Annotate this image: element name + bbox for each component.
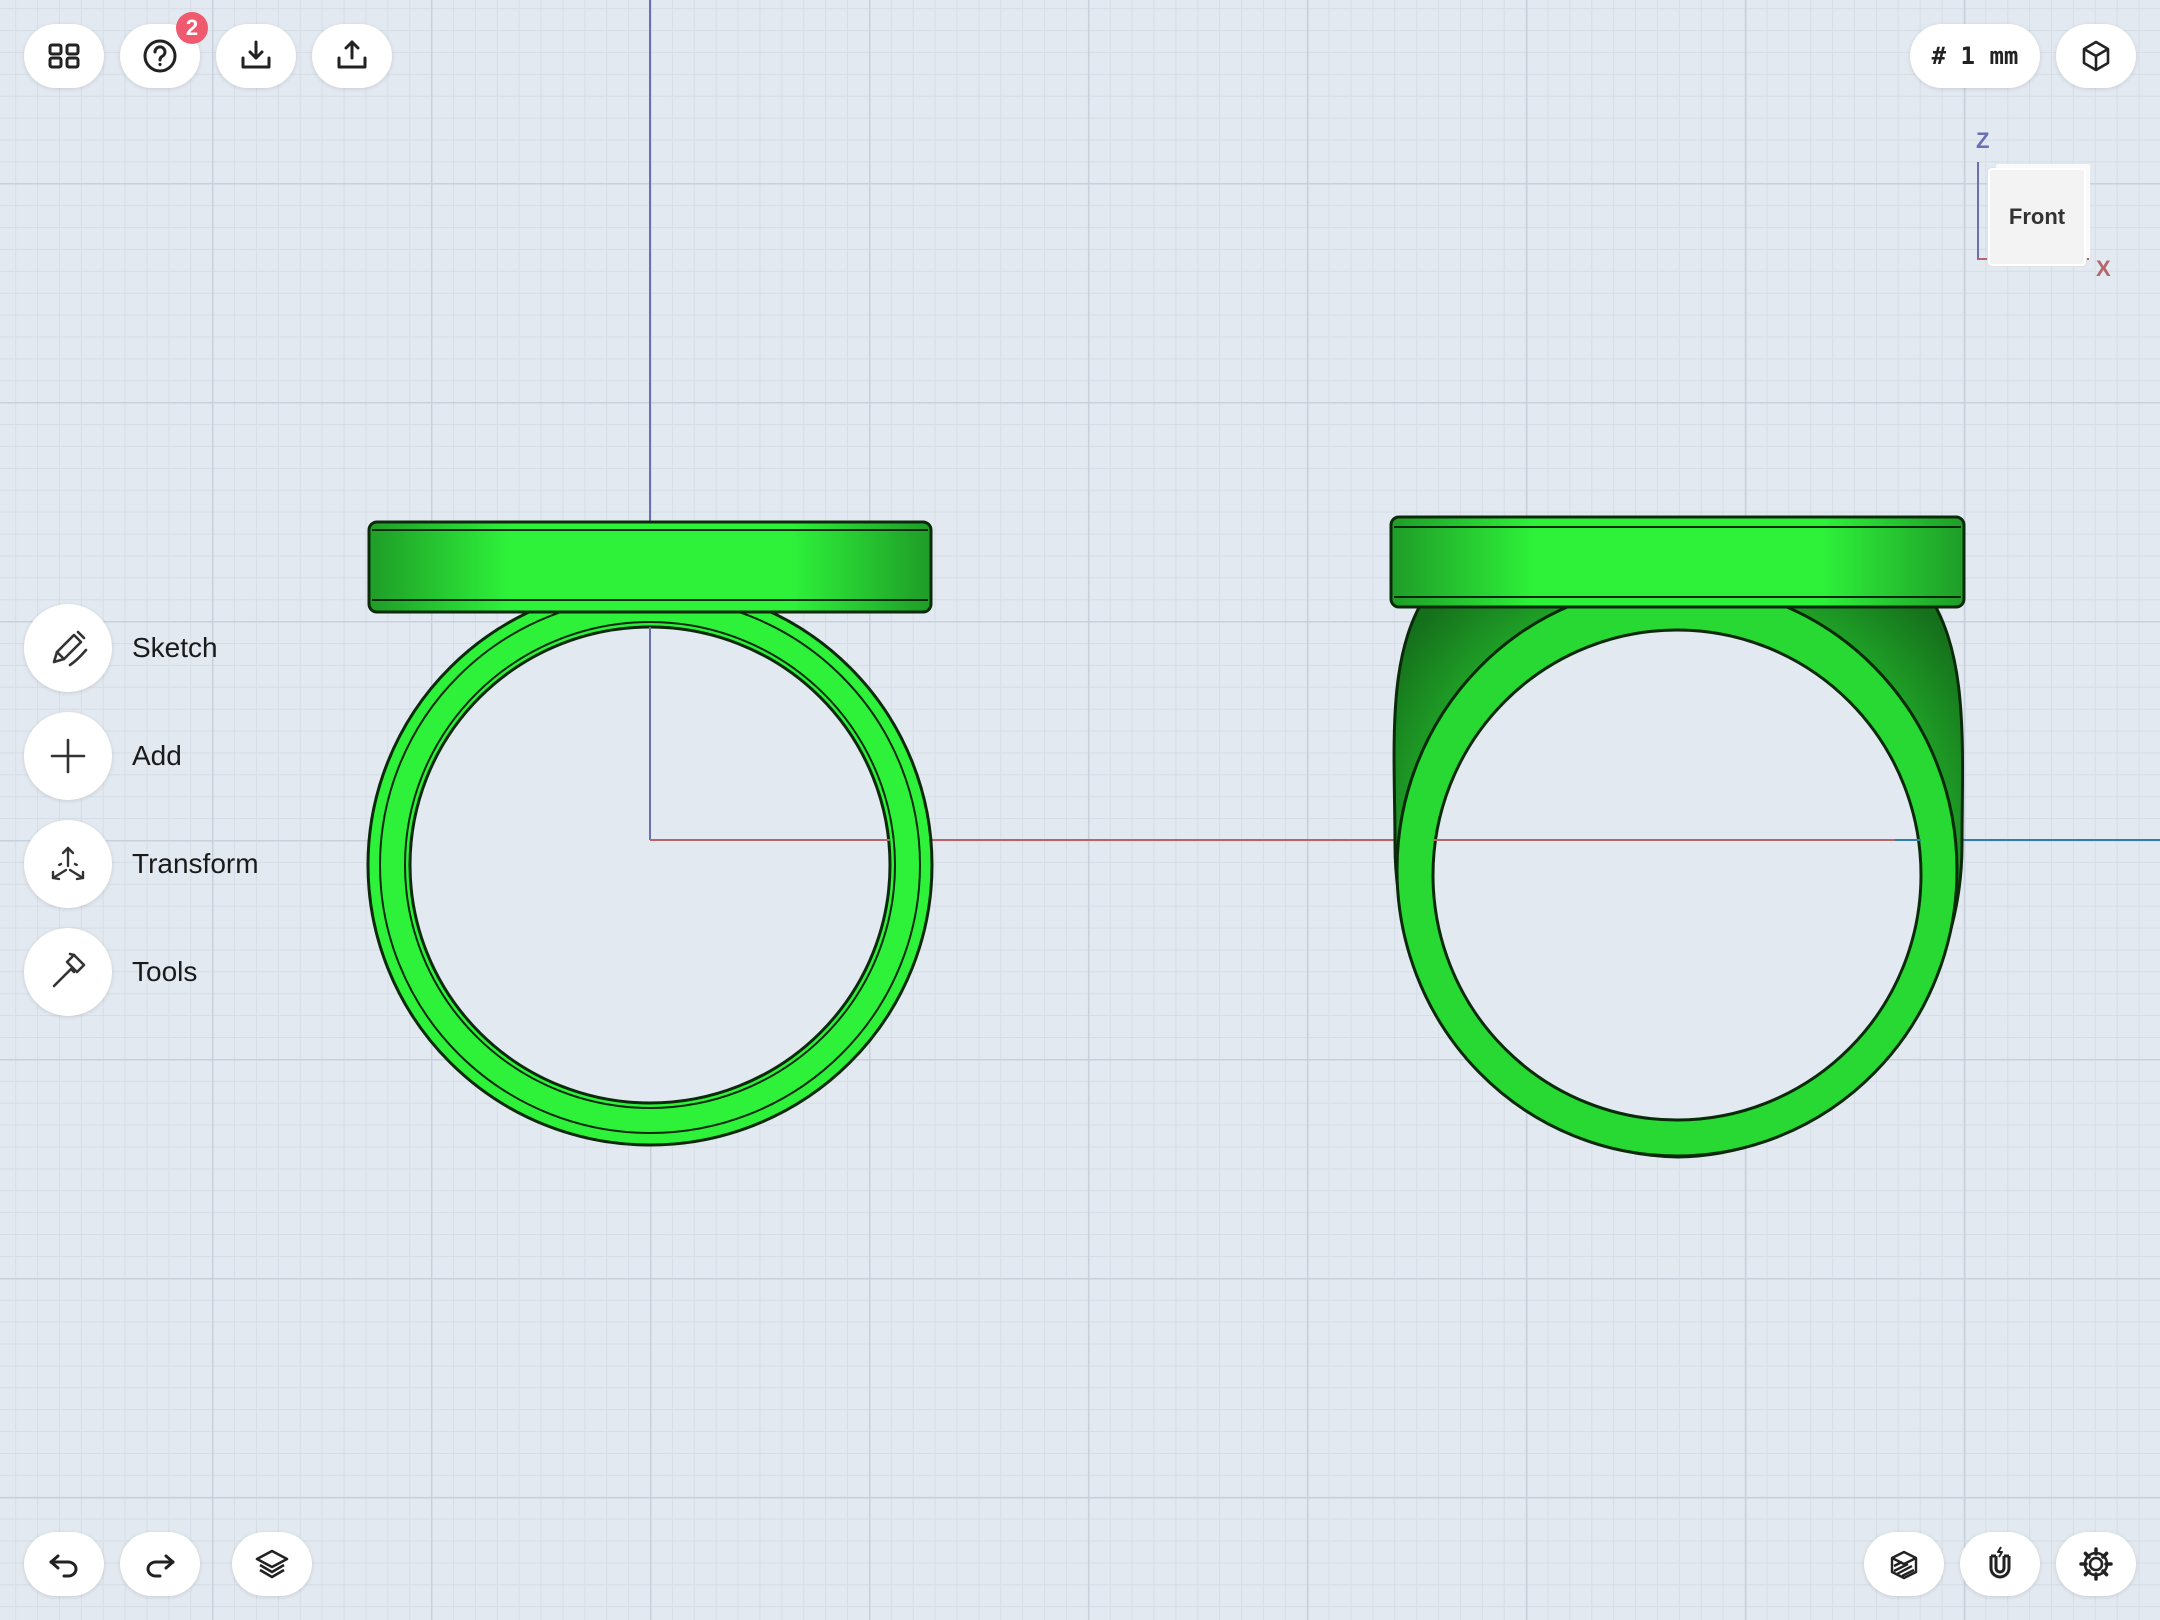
ring-model-left[interactable] — [366, 520, 934, 1147]
grid-units-button[interactable]: # 1 mm — [1910, 24, 2040, 88]
help-notification-badge: 2 — [176, 12, 208, 44]
viewport-canvas[interactable] — [0, 0, 2160, 1620]
snap-button[interactable] — [1960, 1532, 2040, 1596]
layers-button[interactable] — [232, 1532, 312, 1596]
tool-sketch-button[interactable] — [24, 604, 112, 692]
section-view-icon — [1890, 1550, 1918, 1580]
settings-button[interactable] — [2056, 1532, 2136, 1596]
ring-model-right[interactable] — [1389, 515, 1966, 1159]
tool-tools-label: Tools — [132, 956, 198, 987]
tool-add[interactable]: Add — [24, 712, 182, 800]
view-cube[interactable]: Z X Front — [1976, 126, 2116, 281]
view-mode-cube-icon — [2082, 40, 2110, 72]
tool-sketch[interactable]: Sketch — [24, 604, 218, 692]
export-icon — [337, 40, 367, 69]
tool-transform[interactable]: Transform — [24, 820, 259, 908]
import-button[interactable] — [216, 24, 296, 88]
export-button[interactable] — [312, 24, 392, 88]
view-cube-z-label: Z — [1976, 128, 1990, 153]
tool-tools[interactable]: Tools — [24, 928, 197, 1016]
section-view-button[interactable] — [1864, 1532, 1944, 1596]
tool-transform-button[interactable] — [24, 820, 112, 908]
import-icon — [241, 40, 271, 69]
view-cube-z-axis — [1977, 162, 1979, 258]
grid-menu-button[interactable] — [24, 24, 104, 88]
gear-icon — [2079, 1547, 2113, 1581]
tool-transform-label: Transform — [132, 848, 259, 879]
redo-icon — [146, 1554, 175, 1578]
view-cube-front-face[interactable]: Front — [1988, 168, 2086, 266]
tool-sketch-label: Sketch — [132, 632, 218, 663]
view-mode-button[interactable] — [2056, 24, 2136, 88]
pencil-sketch-icon — [52, 630, 88, 667]
tool-add-label: Add — [132, 740, 182, 771]
undo-button[interactable] — [24, 1532, 104, 1596]
plus-icon — [50, 738, 86, 774]
transform-arrows-icon — [51, 846, 85, 881]
tool-add-button[interactable] — [24, 712, 112, 800]
grid-menu-icon — [48, 43, 80, 69]
help-icon — [143, 39, 177, 73]
redo-button[interactable] — [120, 1532, 200, 1596]
tool-tools-button[interactable] — [24, 928, 112, 1016]
hammer-icon — [52, 952, 86, 988]
undo-icon — [49, 1554, 78, 1578]
magnet-icon — [1989, 1546, 2011, 1579]
view-cube-x-label: X — [2096, 256, 2111, 281]
layers-icon — [255, 1549, 289, 1579]
